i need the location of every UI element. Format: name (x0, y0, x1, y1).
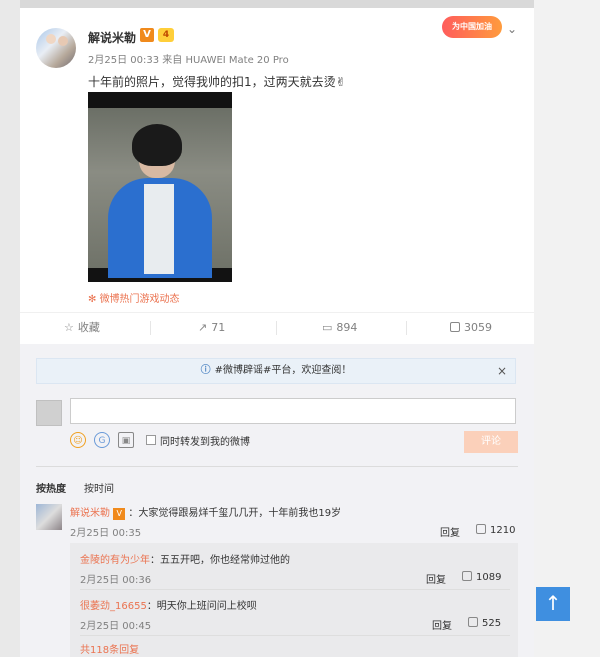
comment-author[interactable]: 解说米勒 (70, 508, 110, 519)
rumor-notice-banner: ⓘ #微博辟谣#平台，欢迎查阅！ × (36, 358, 516, 384)
favorite-button[interactable]: ☆ 收藏 (64, 313, 100, 343)
post-image[interactable] (88, 92, 232, 282)
promo-badge[interactable]: 为中国加油 (442, 16, 502, 38)
comment-avatar[interactable] (36, 504, 62, 530)
post-meta: 2月25日 00:33 来自 HUAWEI Mate 20 Pro (88, 55, 289, 66)
verified-badge-icon: V (113, 508, 126, 520)
forward-checkbox-label: 同时转发到我的微博 (160, 437, 250, 448)
reply-time: 2月25日 00:36 (80, 575, 152, 586)
comment-icon: ▭ (322, 321, 333, 334)
reply-author[interactable]: 金陵的有为少年 (80, 555, 150, 566)
thumbs-up-icon (450, 322, 460, 332)
divider (36, 466, 518, 467)
thumbs-up-icon (476, 524, 486, 534)
my-avatar (36, 400, 62, 426)
emoji-icon[interactable]: ☺ (70, 432, 86, 448)
divider (276, 321, 277, 335)
reply-reply-button[interactable]: 回复 (426, 571, 446, 586)
submit-comment-button[interactable]: 评论 (464, 431, 518, 453)
reply-text: 很萎劲_16655：明天你上班问问上校呗 (80, 601, 257, 612)
divider (80, 589, 510, 590)
comment-text: 解说米勒 V ：大家觉得跟易烊千玺几几开，十年前我也19岁 (70, 508, 342, 520)
sort-by-hot-tab[interactable]: 按热度 (36, 480, 66, 495)
thumbs-up-icon (468, 617, 478, 627)
sort-by-time-tab[interactable]: 按时间 (84, 480, 114, 495)
scroll-to-top-button[interactable]: ↑ (536, 587, 570, 621)
level-badge-icon: 4 (158, 28, 174, 42)
reply-like-button[interactable]: 1089 (462, 571, 501, 583)
gif-icon[interactable]: G (94, 432, 110, 448)
comment-reply-button[interactable]: 回复 (440, 524, 460, 539)
comment-like-button[interactable]: 1210 (476, 524, 515, 536)
hot-topic-link[interactable]: ✻ 微博热门游戏动态 (88, 290, 180, 305)
like-button[interactable]: 3059 (450, 313, 492, 343)
forward-icon: ↗ (198, 321, 208, 334)
post-action-bar: ☆ 收藏 ↗ 71 ▭ 894 3059 (20, 312, 534, 342)
comment-button[interactable]: ▭ 894 (322, 313, 357, 343)
comment-time: 2月25日 00:35 (70, 528, 142, 539)
chevron-down-icon[interactable]: ⌄ (504, 22, 520, 36)
arrow-up-icon: ↑ (544, 591, 562, 615)
info-icon: ⓘ (200, 365, 211, 376)
image-icon[interactable]: ▣ (118, 432, 134, 448)
flower-icon: ✻ (88, 294, 100, 305)
post-username[interactable]: 解说米勒 (88, 29, 136, 46)
reply-time: 2月25日 00:45 (80, 621, 152, 632)
more-replies-link[interactable]: 共118条回复 (80, 641, 139, 656)
comment-input[interactable] (70, 398, 516, 424)
post-text: 十年前的照片，觉得我帅的扣1，过两天就去烫✌ (88, 75, 346, 89)
divider (150, 321, 151, 335)
forward-checkbox[interactable] (146, 435, 156, 445)
divider (80, 635, 510, 636)
reply-reply-button[interactable]: 回复 (432, 617, 452, 632)
comments-section: ⓘ #微博辟谣#平台，欢迎查阅！ × ☺ G ▣ 同时转发到我的微博 评论 按热度… (20, 344, 534, 657)
divider (406, 321, 407, 335)
right-background-strip (534, 0, 600, 657)
avatar[interactable] (36, 28, 76, 68)
replies-box: 金陵的有为少年：五五开吧，你也经常帅过他的 2月25日 00:36 回复 108… (70, 543, 518, 657)
reply-like-button[interactable]: 525 (468, 617, 501, 629)
forward-button[interactable]: ↗ 71 (198, 313, 225, 343)
thumbs-up-icon (462, 571, 472, 581)
weibo-post-card: 解说米勒 V 4 2月25日 00:33 来自 HUAWEI Mate 20 P… (20, 8, 534, 657)
reply-author[interactable]: 很萎劲_16655 (80, 601, 147, 612)
photo-hair (132, 124, 182, 166)
reply-text: 金陵的有为少年：五五开吧，你也经常帅过他的 (80, 555, 290, 566)
close-icon[interactable]: × (497, 359, 507, 383)
verified-badge-icon: V (140, 28, 154, 42)
photo-shirt (144, 184, 174, 274)
left-background-strip (0, 0, 20, 657)
star-icon: ☆ (64, 321, 74, 334)
